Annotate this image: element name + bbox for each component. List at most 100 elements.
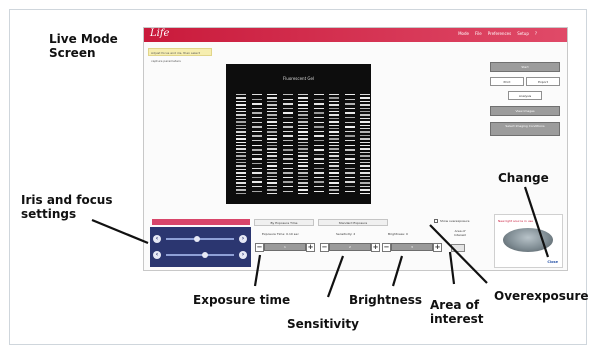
exposure-label: Exposure Time: 0.10 sec [262, 232, 299, 236]
brightness-value-field[interactable]: 3 [391, 243, 433, 251]
gel-band [360, 179, 370, 181]
gel-band [360, 104, 370, 106]
brightness-increase-button[interactable]: + [433, 242, 442, 252]
print-button[interactable]: Print [490, 77, 524, 86]
gel-band [360, 138, 370, 140]
gel-band [313, 135, 324, 137]
gel-band [298, 104, 308, 106]
tab-standard-exposure[interactable]: Standard Exposure [318, 219, 388, 226]
gel-band [329, 172, 339, 174]
action-button-panel: Start Print Export Analysis View Images … [490, 62, 560, 174]
gel-band [267, 138, 277, 140]
gel-band [360, 141, 370, 143]
analysis-button[interactable]: Analysis [508, 91, 542, 100]
menu-item-file[interactable]: File [475, 31, 482, 36]
view-images-button[interactable]: View Images [490, 106, 560, 116]
gel-band [251, 121, 262, 123]
tab-iris-focus[interactable] [152, 219, 250, 225]
focus-slider-knob[interactable] [202, 252, 208, 258]
iris-focus-panel: ‹ › ‹ › [150, 227, 251, 267]
gel-band [329, 165, 339, 167]
iris-slider[interactable] [166, 238, 234, 240]
exposure-decrease-button[interactable]: − [255, 242, 264, 252]
overexposure-option[interactable]: Show overexposure [434, 219, 469, 223]
gel-band [298, 141, 308, 143]
menu-item-preferences[interactable]: Preferences [488, 31, 512, 36]
gel-band [251, 167, 262, 169]
exposure-value-field[interactable]: 1 [264, 243, 306, 251]
gel-band [267, 128, 277, 130]
callout-aoi-line1: Area of [430, 298, 480, 312]
gel-band [298, 182, 308, 184]
gel-band [360, 94, 370, 96]
iris-slider-knob[interactable] [194, 236, 200, 242]
gel-band [329, 162, 339, 164]
change-close-link[interactable]: Close [547, 260, 558, 264]
gel-band [344, 121, 355, 123]
gel-band [267, 94, 277, 96]
gel-band [298, 100, 308, 103]
gel-band [251, 163, 262, 165]
gel-band [236, 148, 246, 150]
gel-band [282, 121, 293, 123]
gel-band [329, 182, 339, 184]
gel-band [282, 153, 293, 156]
gel-band [329, 131, 339, 133]
gel-band [344, 117, 355, 119]
gel-band [251, 186, 262, 188]
focus-right-button[interactable]: › [239, 251, 247, 259]
gel-band [298, 134, 308, 137]
gel-band [329, 97, 339, 99]
menu-item-mode[interactable]: Mode [458, 31, 469, 36]
gel-band [282, 112, 293, 114]
brightness-label: Brightness: 0 [388, 232, 408, 236]
start-button[interactable]: Start [490, 62, 560, 72]
gel-band [236, 172, 246, 174]
sensitivity-increase-button[interactable]: + [371, 242, 380, 252]
imaging-conditions-button[interactable]: Select Imaging Conditions [490, 122, 560, 136]
gel-band [298, 117, 308, 120]
exposure-increase-button[interactable]: + [306, 242, 315, 252]
gel-band [360, 192, 370, 194]
gel-band [360, 182, 370, 184]
gel-band [329, 179, 339, 181]
focus-slider[interactable] [166, 254, 234, 256]
gel-band [329, 141, 339, 143]
gel-band [267, 131, 277, 133]
gel-band [360, 134, 370, 137]
brightness-decrease-button[interactable]: − [382, 242, 391, 252]
gel-band [236, 111, 246, 113]
sensitivity-label: Sensitivity: 2 [336, 232, 356, 236]
callout-aoi-line2: interest [430, 312, 484, 326]
callout-iris-line1: Iris and focus [21, 193, 113, 207]
tab-exposure-time[interactable]: By Exposure Time [254, 219, 314, 226]
gel-band [298, 155, 308, 157]
overexposure-checkbox[interactable] [434, 219, 438, 223]
gel-band [236, 168, 246, 171]
sensitivity-decrease-button[interactable]: − [320, 242, 329, 252]
gel-band [313, 140, 324, 142]
gel-band [360, 107, 370, 109]
menu-item-help[interactable]: ? [535, 31, 537, 36]
area-of-interest-button[interactable] [451, 244, 465, 252]
gel-band [360, 128, 370, 130]
callout-iris-focus: Iris and focus settings [21, 193, 113, 221]
gel-band [313, 107, 324, 110]
gel-band [329, 189, 339, 191]
gel-band [360, 145, 370, 147]
gel-band [329, 192, 339, 194]
focus-left-button[interactable]: ‹ [153, 251, 161, 259]
menu-item-setup[interactable]: Setup [517, 31, 529, 36]
gel-band [360, 100, 370, 103]
iris-left-button[interactable]: ‹ [153, 235, 161, 243]
title-bar: Life Mode File Preferences Setup ? [144, 28, 567, 42]
gel-band [313, 163, 324, 165]
iris-right-button[interactable]: › [239, 235, 247, 243]
gel-band [267, 97, 277, 99]
gel-band [360, 111, 370, 113]
export-button[interactable]: Export [526, 77, 560, 86]
sensitivity-value-field[interactable]: 2 [329, 243, 371, 251]
gel-band [313, 149, 324, 151]
callout-live-mode-line1: Live Mode [49, 32, 118, 46]
gel-band [313, 130, 324, 133]
